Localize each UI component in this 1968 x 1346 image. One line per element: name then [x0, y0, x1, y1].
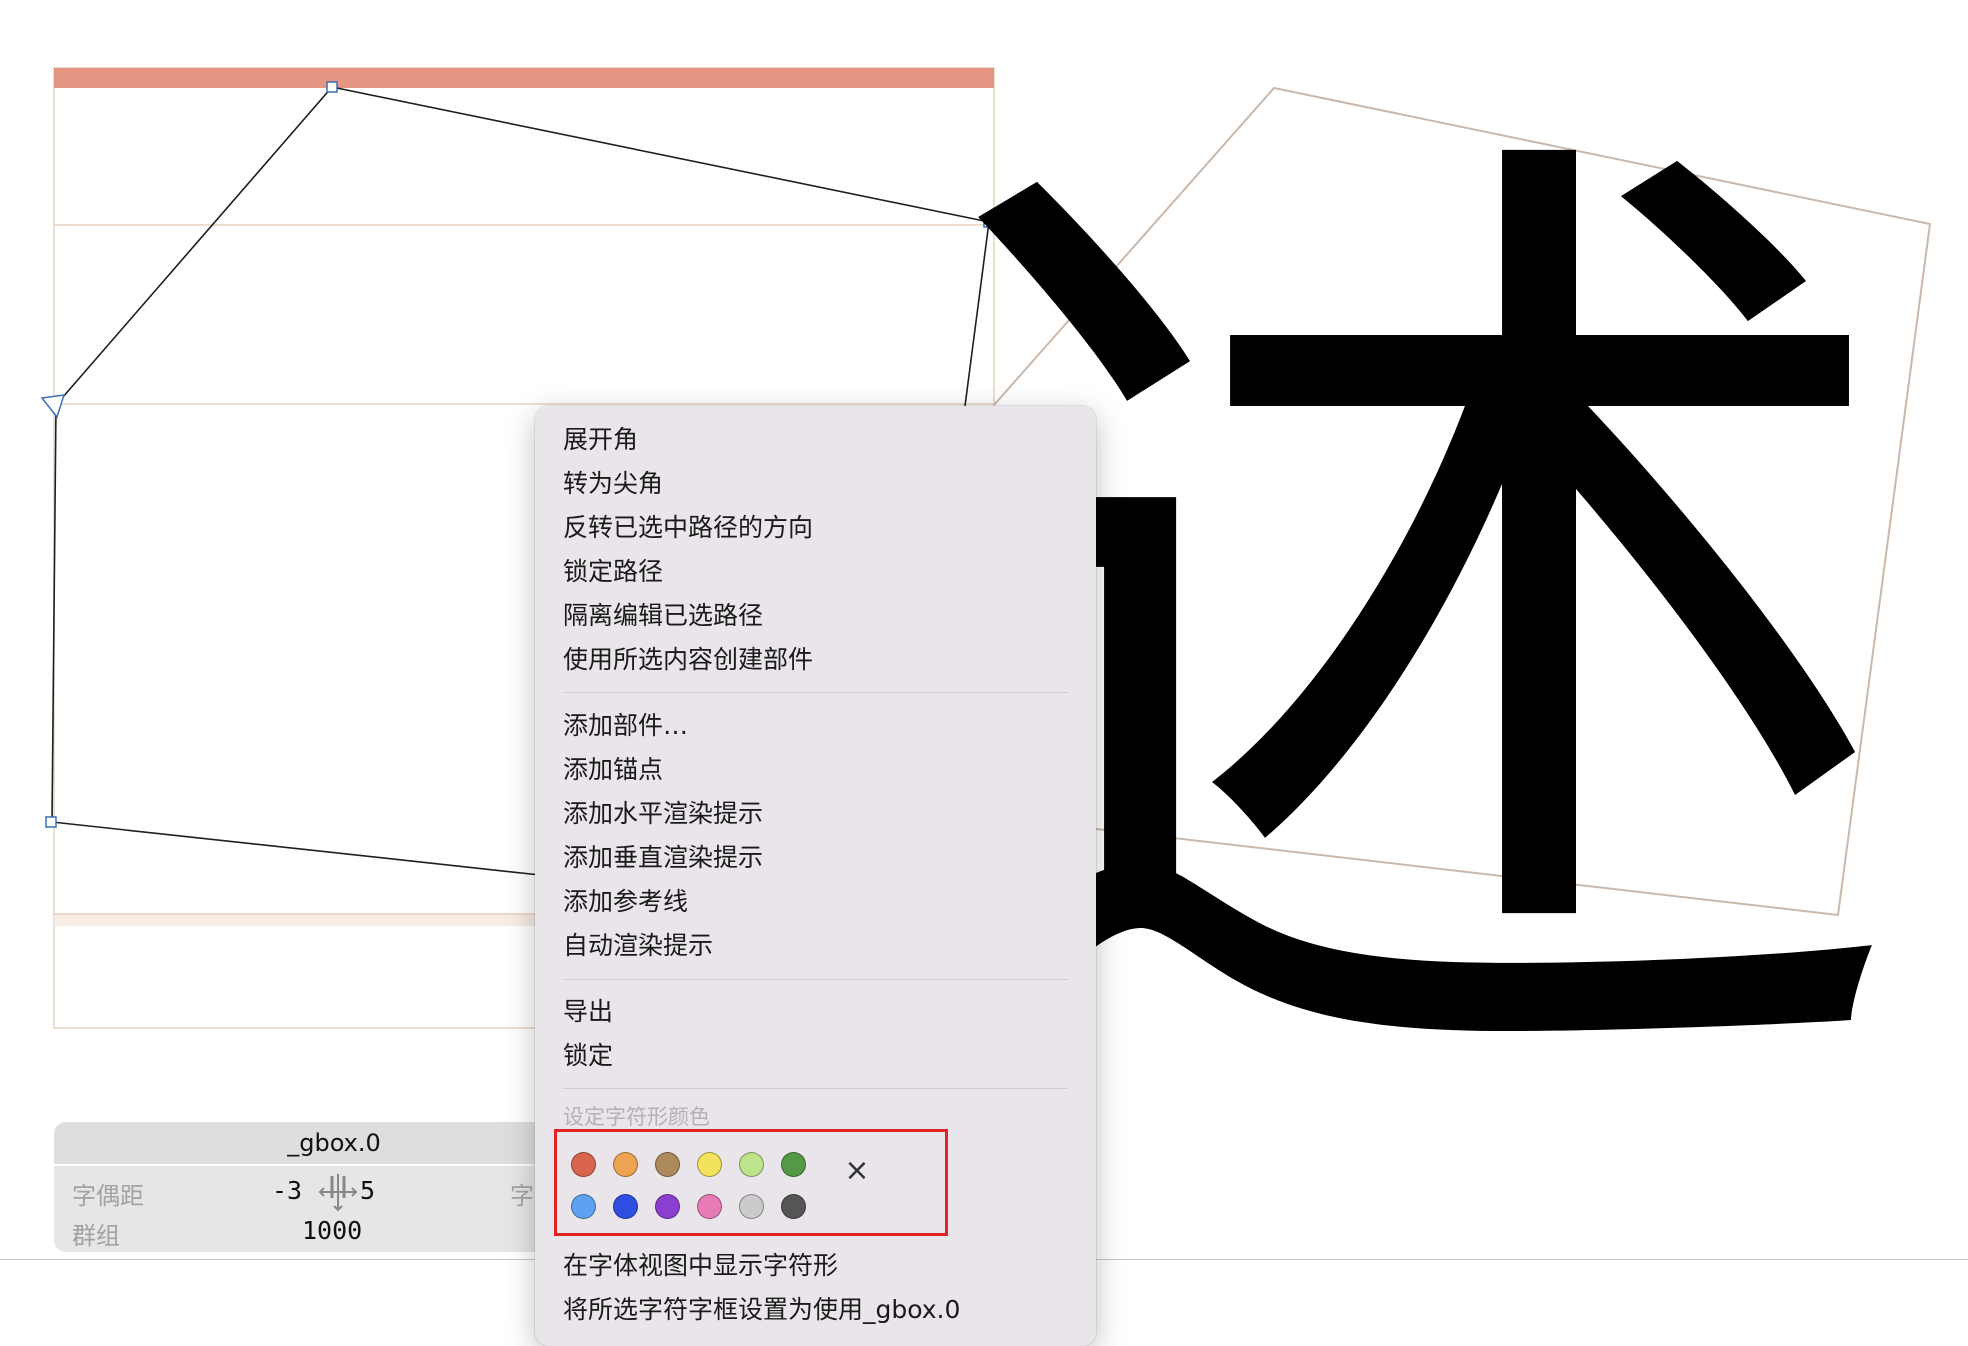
- color-swatch-light-green[interactable]: [738, 1151, 764, 1177]
- color-swatch-orange[interactable]: [612, 1151, 638, 1177]
- glyph-color-section-label: 设定字符形颜色: [563, 1105, 710, 1129]
- menu-item-isolate-edit-path[interactable]: 隔离编辑已选路径: [563, 599, 763, 633]
- info-panel-body: 字偶距 -3 5 字 群组 1000: [54, 1166, 574, 1252]
- color-swatch-dark-gray[interactable]: [780, 1193, 806, 1219]
- color-swatch-dark-green[interactable]: [780, 1151, 806, 1177]
- color-swatch-light-blue[interactable]: [570, 1193, 596, 1219]
- right-kerning-value[interactable]: 5: [360, 1176, 375, 1205]
- menu-item-add-anchor[interactable]: 添加锚点: [563, 753, 663, 787]
- ascender-zone-bar: [54, 68, 994, 88]
- menu-item-lock-path[interactable]: 锁定路径: [563, 555, 663, 589]
- path-node[interactable]: [326, 81, 338, 93]
- menu-item-auto-hint[interactable]: 自动渲染提示: [563, 929, 713, 963]
- menu-item-reverse-path-direction[interactable]: 反转已选中路径的方向: [563, 511, 813, 545]
- glyph-name: _gbox.0: [287, 1129, 381, 1157]
- color-swatch-light-gray[interactable]: [738, 1193, 764, 1219]
- menu-item-export[interactable]: 导出: [563, 995, 613, 1029]
- menu-item-show-in-font-view[interactable]: 在字体视图中显示字符形: [563, 1249, 838, 1283]
- color-swatch-brown[interactable]: [654, 1151, 680, 1177]
- swatch-highlight-box: [554, 1129, 948, 1236]
- menu-separator: [563, 692, 1068, 693]
- menu-separator: [563, 1088, 1068, 1089]
- menu-item-create-component[interactable]: 使用所选内容创建部件: [563, 643, 813, 677]
- info-panel-title-bar: _gbox.0: [54, 1122, 574, 1164]
- obscured-label: 字: [510, 1182, 534, 1210]
- menu-item-add-guide[interactable]: 添加参考线: [563, 885, 688, 919]
- outline-path-bottom-segment[interactable]: [51, 821, 541, 876]
- menu-item-add-component[interactable]: 添加部件…: [563, 709, 688, 743]
- color-swatch-yellow[interactable]: [696, 1151, 722, 1177]
- left-kerning-value[interactable]: -3: [272, 1176, 302, 1205]
- group-label: 群组: [72, 1222, 120, 1250]
- menu-item-convert-to-corner[interactable]: 转为尖角: [563, 467, 663, 501]
- glyph-info-panel: _gbox.0 字偶距 -3 5 字 群组 1000: [54, 1122, 574, 1252]
- menu-separator: [563, 979, 1068, 980]
- menu-item-set-gbox[interactable]: 将所选字符字框设置为使用_gbox.0: [563, 1293, 960, 1327]
- kerning-label: 字偶距: [72, 1182, 144, 1210]
- path-start-node[interactable]: [40, 394, 66, 419]
- menu-item-open-corner[interactable]: 展开角: [563, 423, 638, 457]
- menu-item-lock[interactable]: 锁定: [563, 1039, 613, 1073]
- menu-item-add-horizontal-hint[interactable]: 添加水平渲染提示: [563, 797, 763, 831]
- color-swatch-purple[interactable]: [654, 1193, 680, 1219]
- color-swatch-dark-blue[interactable]: [612, 1193, 638, 1219]
- path-node[interactable]: [45, 816, 57, 828]
- color-swatch-red[interactable]: [570, 1151, 596, 1177]
- kerning-link-icon[interactable]: [316, 1172, 360, 1212]
- color-swatch-pink[interactable]: [696, 1193, 722, 1219]
- menu-item-add-vertical-hint[interactable]: 添加垂直渲染提示: [563, 841, 763, 875]
- group-value[interactable]: 1000: [302, 1216, 362, 1245]
